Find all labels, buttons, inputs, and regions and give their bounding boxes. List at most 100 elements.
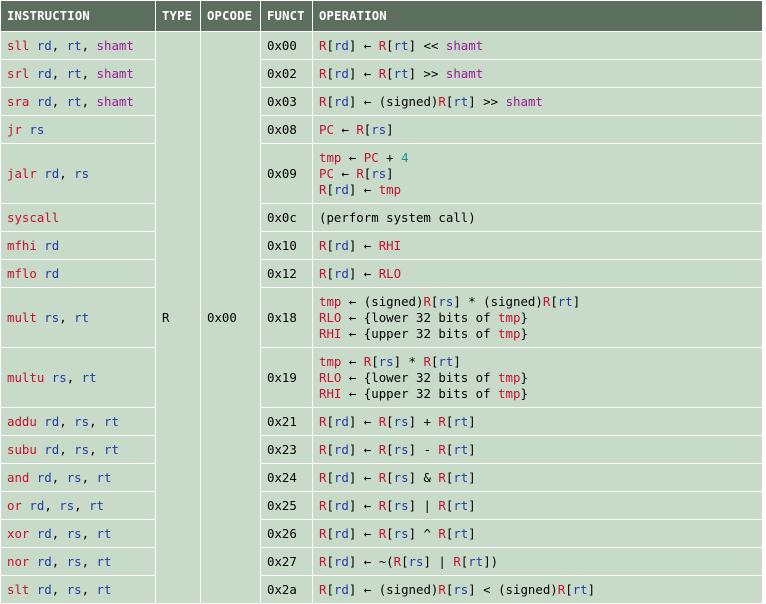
- token: R: [438, 581, 446, 597]
- token: (perform system call): [319, 209, 476, 225]
- operation-cell: tmp ← R[rs] * R[rt] RLO ← {lower 32 bits …: [312, 347, 763, 408]
- token: ] >>: [468, 93, 506, 109]
- token: tmp: [498, 309, 521, 325]
- token: rd: [333, 469, 349, 485]
- table-row: syscall 0x0c (perform system call): [0, 203, 763, 232]
- operation-line: R[rd] ← R[rs] + R[rt]: [319, 414, 762, 430]
- operation-cell: R[rd] ← RLO: [312, 259, 763, 288]
- token: subu: [7, 442, 37, 457]
- instruction-cell: multu rs, rt: [0, 347, 156, 408]
- instruction-cell: mult rs, rt: [0, 287, 156, 348]
- token: R: [423, 293, 431, 309]
- operation-line: R[rd] ← R[rs] ^ R[rt]: [319, 526, 762, 542]
- token: rd: [29, 38, 52, 53]
- operation-line: R[rd] ← (signed)R[rt] >> shamt: [319, 94, 762, 110]
- token: rt: [453, 525, 469, 541]
- token: or: [7, 498, 22, 513]
- token: slt: [7, 582, 30, 597]
- token: rs: [393, 525, 409, 541]
- token: rs: [74, 166, 90, 181]
- table-row: sll rd, rt, shamt R 0x00 0x00 R[rd] ← R[rt] …: [0, 31, 763, 604]
- type-cell: R: [155, 31, 201, 604]
- token: [: [326, 525, 334, 541]
- token: ←: [333, 121, 357, 137]
- token: ,: [81, 470, 97, 485]
- token: rd: [333, 497, 349, 513]
- token: ,: [51, 38, 67, 53]
- table-row: mflo rd 0x12 R[rd] ← RLO: [0, 259, 763, 288]
- token: rd: [29, 94, 52, 109]
- token: [: [326, 497, 334, 513]
- token: shamt: [96, 66, 134, 81]
- token: ]: [453, 353, 461, 369]
- token: }: [520, 309, 528, 325]
- token: syscall: [7, 210, 60, 225]
- operation-line: R[rd] ← RHI: [319, 238, 762, 254]
- token: [: [326, 37, 334, 53]
- token: ,: [59, 166, 75, 181]
- token: rs: [393, 469, 409, 485]
- token: rs: [36, 310, 60, 325]
- token: srl: [7, 66, 30, 81]
- operation-line: RHI ← {upper 32 bits of tmp}: [319, 326, 762, 342]
- table-row: jr rs 0x08 PC ← R[rs]: [0, 115, 763, 144]
- token: [: [565, 581, 573, 597]
- operation-cell: R[rd] ← R[rs] ^ R[rt]: [312, 519, 763, 548]
- token: rt: [104, 442, 119, 457]
- token: ,: [59, 442, 75, 457]
- token: R: [438, 441, 446, 457]
- token: rd: [29, 582, 52, 597]
- token: jalr: [7, 166, 37, 181]
- token: rd: [36, 442, 60, 457]
- token: [: [386, 497, 394, 513]
- operation-cell: R[rd] ← R[rs] | R[rt]: [312, 491, 763, 520]
- token: shamt: [96, 38, 134, 53]
- token: rt: [89, 498, 104, 513]
- table-row: and rd, rs, rt 0x24 R[rd] ← R[rs] & R[rt]: [0, 463, 763, 492]
- token: ,: [89, 414, 104, 429]
- token: rs: [66, 582, 82, 597]
- token: rt: [453, 469, 469, 485]
- token: ] ←: [348, 525, 379, 541]
- token: ] +: [408, 413, 439, 429]
- token: [: [326, 265, 334, 281]
- token: ]: [468, 469, 476, 485]
- token: rs: [66, 470, 82, 485]
- token: ]: [386, 165, 394, 181]
- token: R: [356, 165, 364, 181]
- token: ,: [81, 582, 97, 597]
- token: ←: [333, 165, 357, 181]
- token: ,: [89, 442, 104, 457]
- token: [: [386, 469, 394, 485]
- token: rt: [66, 66, 82, 81]
- token: [: [386, 413, 394, 429]
- token: PC: [319, 165, 334, 181]
- table-row: xor rd, rs, rt 0x26 R[rd] ← R[rs] ^ R[rt]: [0, 519, 763, 548]
- operation-cell: R[rd] ← ~(R[rs] | R[rt]): [312, 547, 763, 576]
- token: [: [326, 237, 334, 253]
- token: ] ←: [348, 441, 379, 457]
- operation-cell: R[rd] ← RHI: [312, 231, 763, 260]
- token: multu: [7, 370, 45, 385]
- instruction-cell: jalr rd, rs: [0, 143, 156, 204]
- token: ] ←: [348, 37, 379, 53]
- token: rd: [333, 525, 349, 541]
- funct-cell: 0x2a: [260, 575, 313, 604]
- token: }: [520, 325, 528, 341]
- token: RLO: [319, 369, 342, 385]
- token: rs: [66, 554, 82, 569]
- token: rd: [333, 37, 349, 53]
- token: R: [453, 553, 461, 569]
- instruction-cell: mfhi rd: [0, 231, 156, 260]
- instruction-cell: nor rd, rs, rt: [0, 547, 156, 576]
- operation-line: PC ← R[rs]: [319, 166, 762, 182]
- token: ]: [468, 525, 476, 541]
- token: rd: [29, 526, 52, 541]
- token: rt: [572, 581, 588, 597]
- token: rd: [29, 470, 52, 485]
- token: rd: [333, 65, 349, 81]
- header-instruction: INSTRUCTION: [0, 0, 156, 32]
- token: shamt: [505, 93, 543, 109]
- token: tmp: [319, 353, 342, 369]
- token: RHI: [319, 325, 342, 341]
